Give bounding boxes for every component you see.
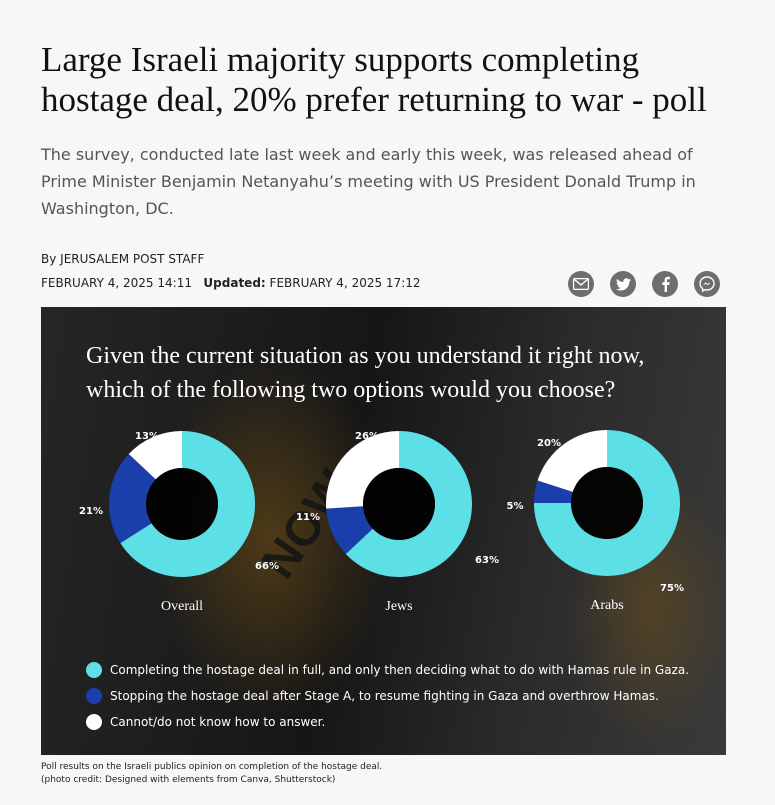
byline: By JERUSALEM POST STAFF [41,252,205,266]
chart-legend: Completing the hostage deal in full, and… [86,657,689,735]
article-dates: FEBRUARY 4, 2025 14:11 Updated: FEBRUARY… [41,276,421,290]
article-headline: Large Israeli majority supports completi… [41,40,707,119]
legend-dot-2 [86,714,102,730]
donut-hole-overall [146,468,218,540]
data-label-overall-2: 13% [135,431,159,442]
photo-credit: (photo credit: Designed with elements fr… [41,775,336,785]
data-label-arabs-1: 5% [507,501,524,512]
share-bar [568,271,720,297]
data-label-jews-1: 11% [296,512,320,523]
category-label-arabs: Arabs [590,598,623,613]
donut-hole-jews [363,468,435,540]
caption-text: Poll results on the Israeli publics opin… [41,762,383,772]
data-label-jews-2: 26% [355,431,379,442]
category-label-jews: Jews [385,599,412,614]
category-label-overall: Overall [161,599,203,614]
data-label-overall-0: 66% [255,561,279,572]
facebook-icon[interactable] [652,271,678,297]
legend-label-0: Completing the hostage deal in full, and… [110,663,690,677]
legend-dot-0 [86,662,102,678]
legend-item-1: Stopping the hostage deal after Stage A,… [86,683,689,709]
updated-label: Updated: [203,276,266,290]
published-date: FEBRUARY 4, 2025 14:11 [41,276,192,290]
data-label-arabs-0: 75% [660,583,684,594]
poll-chart-figure: NOW. Given the current situation as you … [41,307,726,755]
article-summary: The survey, conducted late last week and… [41,145,696,218]
data-label-overall-1: 21% [79,506,103,517]
donut-hole-arabs [571,467,643,539]
messenger-icon[interactable] [694,271,720,297]
legend-label-1: Stopping the hostage deal after Stage A,… [110,689,659,703]
legend-label-2: Cannot/do not know how to answer. [110,715,326,729]
figure-caption: Poll results on the Israeli publics opin… [41,761,382,787]
legend-item-0: Completing the hostage deal in full, and… [86,657,689,683]
legend-item-2: Cannot/do not know how to answer. [86,709,689,735]
data-label-jews-0: 63% [475,555,499,566]
twitter-icon[interactable] [610,271,636,297]
data-label-arabs-2: 20% [537,438,561,449]
updated-date: FEBRUARY 4, 2025 17:12 [269,276,421,290]
legend-dot-1 [86,688,102,704]
email-icon[interactable] [568,271,594,297]
